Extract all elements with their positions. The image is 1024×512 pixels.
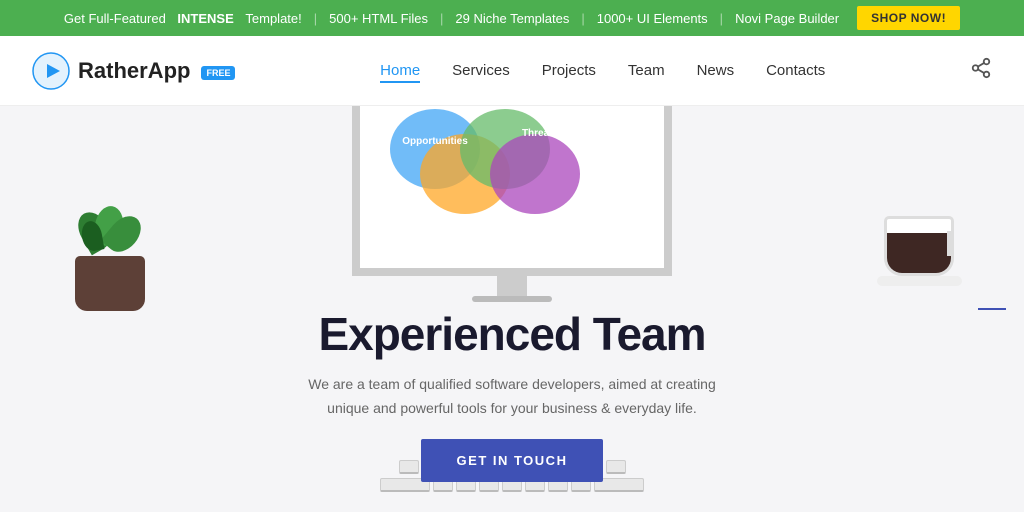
banner-prefix: Get Full-Featured: [64, 11, 166, 26]
nav-item-news[interactable]: News: [697, 62, 735, 80]
cta-button[interactable]: GET IN TOUCH: [421, 439, 604, 482]
nav-item-home[interactable]: Home: [380, 62, 420, 80]
nav-item-services[interactable]: Services: [452, 62, 510, 80]
venn-label-threats: Threats: [500, 128, 580, 139]
monitor: Opportunities Threats: [352, 106, 672, 276]
coffee-cup-decoration: [874, 216, 964, 286]
banner-sep3: |: [581, 11, 584, 26]
banner-suffix: Template!: [245, 11, 301, 26]
banner-stat2: 29 Niche Templates: [455, 11, 569, 26]
venn-purple: [490, 134, 580, 214]
banner-brand: INTENSE: [177, 11, 233, 26]
banner-sep1: |: [314, 11, 317, 26]
scroll-indicator: [978, 308, 1006, 310]
banner-stat4: Novi Page Builder: [735, 11, 839, 26]
nav-link-services[interactable]: Services: [452, 62, 510, 79]
cup-handle: [947, 231, 954, 256]
cup-saucer: [877, 276, 962, 286]
navbar: RatherApp Free Home Services Projects Te…: [0, 36, 1024, 106]
nav-link-contacts[interactable]: Contacts: [766, 62, 825, 79]
free-badge: Free: [201, 66, 235, 80]
nav-link-team[interactable]: Team: [628, 62, 665, 79]
monitor-base: [472, 296, 552, 302]
monitor-wrapper: Opportunities Threats: [352, 106, 672, 302]
logo[interactable]: RatherApp Free: [32, 52, 235, 90]
top-banner: Get Full-Featured INTENSE Template! | 50…: [0, 0, 1024, 36]
cup-body: [884, 216, 954, 276]
nav-link-home[interactable]: Home: [380, 62, 420, 83]
hero-subtitle: We are a team of qualified software deve…: [292, 373, 732, 421]
hero-section: Opportunities Threats: [0, 106, 1024, 512]
nav-item-projects[interactable]: Projects: [542, 62, 596, 80]
monitor-stand: [497, 276, 527, 296]
monitor-screen: Opportunities Threats: [360, 106, 664, 268]
share-icon[interactable]: [970, 57, 992, 84]
banner-text: Get Full-Featured INTENSE Template! | 50…: [64, 11, 839, 26]
plant-decoration: [60, 206, 160, 316]
logo-name: RatherApp: [78, 58, 190, 84]
shop-now-button[interactable]: SHOP NOW!: [857, 6, 960, 30]
nav-item-team[interactable]: Team: [628, 62, 665, 80]
nav-links: Home Services Projects Team News Contact…: [380, 62, 825, 80]
banner-sep2: |: [440, 11, 443, 26]
hero-title: Experienced Team: [292, 307, 732, 361]
logo-icon: [32, 52, 70, 90]
plant-leaves: [60, 206, 160, 266]
nav-link-projects[interactable]: Projects: [542, 62, 596, 79]
banner-stat1: 500+ HTML Files: [329, 11, 428, 26]
banner-sep4: |: [720, 11, 723, 26]
nav-item-contacts[interactable]: Contacts: [766, 62, 825, 80]
venn-label-opportunities: Opportunities: [395, 136, 475, 147]
nav-link-news[interactable]: News: [697, 62, 735, 79]
cup-coffee-fill: [887, 233, 951, 273]
scroll-line: [978, 308, 1006, 310]
banner-stat3: 1000+ UI Elements: [597, 11, 708, 26]
hero-content: Experienced Team We are a team of qualif…: [292, 307, 732, 482]
